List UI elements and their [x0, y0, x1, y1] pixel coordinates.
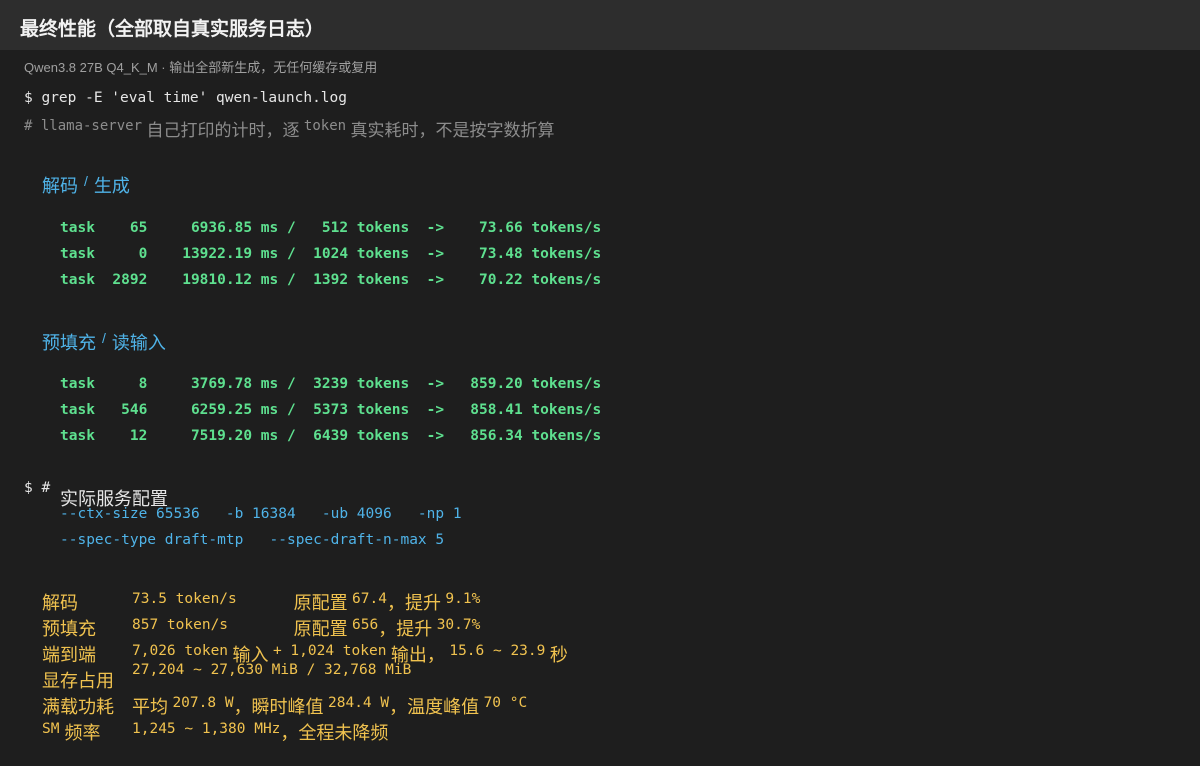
stat-label-vram: 显存占用	[42, 671, 114, 691]
comment-prefix: # llama-server	[24, 118, 143, 134]
stat-vram: 27,204 ~ 27,630 MiB / 32,768 MiB	[132, 662, 411, 685]
temp-label: ，温度峰值	[389, 697, 480, 717]
decode-heading-b: 生成	[93, 176, 130, 196]
decode-row: task 2892 19810.12 ms / 1392 tokens -> 7…	[60, 272, 602, 288]
input-tokens: 7,026 token	[132, 643, 229, 659]
orig-label: 原配置	[293, 593, 348, 613]
decode-row: task 0 13922.19 ms / 1024 tokens -> 73.4…	[60, 246, 602, 262]
e2e-time: 15.6 ~ 23.9	[449, 643, 546, 659]
page-title: 最终性能（全部取自真实服务日志）	[20, 19, 325, 40]
stat-label-prefill: 预填充	[42, 619, 96, 639]
freq-value: 1,245 ~ 1,380 MHz	[132, 721, 281, 737]
avg-power: 207.8 W	[172, 695, 234, 711]
decode-row: task 65 6936.85 ms / 512 tokens -> 73.66…	[60, 220, 602, 236]
peak-temp: 70 °C	[483, 695, 528, 711]
orig-label: 原配置	[293, 619, 348, 639]
page-subtitle: Qwen3.8 27B Q4_K_M · 输出全部新生成，无任何缓存或复用	[24, 60, 378, 75]
prefill-row: task 12 7519.20 ms / 6439 tokens -> 856.…	[60, 428, 602, 444]
separator: ，	[386, 593, 405, 613]
avg-label: 平均	[132, 697, 168, 717]
up-value: 30.7%	[436, 617, 481, 633]
prefill-row: task 8 3769.78 ms / 3239 tokens -> 859.2…	[60, 376, 602, 392]
freq-note: ，全程未降频	[280, 723, 389, 743]
freq-label: 频率	[64, 723, 101, 743]
comment-token: token	[303, 118, 347, 134]
config-line: --spec-type draft-mtp --spec-draft-n-max…	[60, 532, 445, 548]
time-unit: 秒	[549, 645, 568, 665]
sm-label: SM	[42, 721, 60, 737]
stat-power: 平均 207.8 W，瞬时峰值 284.4 W，温度峰值 70 °C	[132, 693, 527, 719]
config-prompt: $ #	[24, 480, 51, 496]
decode-heading-a: 解码	[42, 176, 78, 196]
prefill-heading-b: 读输入	[111, 333, 166, 353]
prefill-speed: 857 token/s	[132, 617, 290, 633]
stat-decode: 73.5 token/s 原配置 67.4，提升 9.1%	[132, 589, 480, 615]
stat-freq: 1,245 ~ 1,380 MHz，全程未降频	[132, 719, 388, 745]
comment-text-2: 真实耗时，不是按字数折算	[350, 121, 555, 140]
peak-label: ，瞬时峰值	[233, 697, 324, 717]
prefill-heading-a: 预填充	[42, 333, 96, 353]
grep-command: $ grep -E 'eval time' qwen-launch.log	[24, 90, 348, 106]
stat-label-decode: 解码	[42, 593, 78, 613]
up-label: 提升	[396, 619, 433, 639]
vram-value: 27,204 ~ 27,630 MiB / 32,768 MiB	[132, 662, 412, 678]
log-comment: # llama-server 自己打印的计时，逐 token 真实耗时，不是按字…	[24, 116, 555, 141]
title-bar: 最终性能（全部取自真实服务日志）	[0, 0, 1200, 50]
prefill-section-heading: 预填充 / 读输入	[42, 329, 166, 355]
stat-label-e2e: 端到端	[42, 645, 96, 665]
config-line: --ctx-size 65536 -b 16384 -ub 4096 -np 1	[60, 506, 462, 522]
up-label: 提升	[404, 593, 441, 613]
output-tokens: + 1,024 token	[272, 643, 387, 659]
prefill-row: task 546 6259.25 ms / 5373 tokens -> 858…	[60, 402, 602, 418]
heading-slash: /	[102, 330, 106, 346]
stat-label-power: 满载功耗	[42, 697, 114, 717]
stat-prefill: 857 token/s 原配置 656，提升 30.7%	[132, 615, 480, 641]
up-value: 9.1%	[445, 591, 481, 607]
decode-section-heading: 解码 / 生成	[42, 172, 130, 198]
decode-speed: 73.5 token/s	[132, 591, 290, 607]
orig-value: 67.4	[352, 591, 387, 607]
separator: ，	[378, 619, 397, 639]
peak-power: 284.4 W	[328, 695, 390, 711]
heading-slash: /	[84, 173, 88, 189]
orig-value: 656	[352, 617, 379, 633]
comment-text-1: 自己打印的计时，逐	[146, 121, 300, 140]
stat-label-freq: SM 频率	[42, 719, 100, 745]
